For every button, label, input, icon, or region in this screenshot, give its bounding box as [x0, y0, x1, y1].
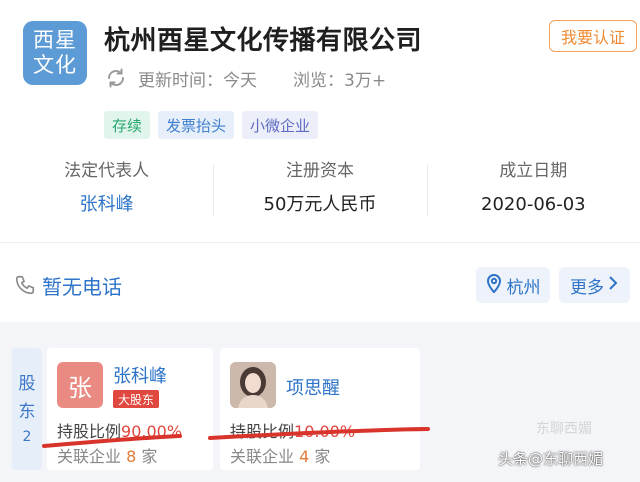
certify-button[interactable]: 我要认证 [549, 20, 637, 52]
shareholder-card[interactable]: 项思醒 持股比例10.00% 关联企业 4 家 [220, 348, 420, 470]
shareholders-tab-char2: 东 [18, 402, 36, 422]
company-name: 杭州酉星文化传播有限公司 [104, 26, 423, 56]
tag-enterprise-type: 小微企业 [242, 111, 319, 139]
founded-col: 成立日期 2020-06-03 [426, 156, 640, 226]
related-count: 8 [126, 447, 137, 466]
chevron-right-icon [607, 275, 619, 296]
shareholder-name[interactable]: 项思醒 [286, 374, 340, 400]
related-companies[interactable]: 关联企业 8 家 [57, 443, 157, 467]
status-tags: 存续 发票抬头 小微企业 [104, 111, 319, 139]
holding-ratio: 持股比例90.00% [57, 418, 182, 442]
holding-ratio-label: 持股比例 [57, 422, 122, 441]
refresh-icon[interactable] [104, 66, 128, 90]
shareholders-tab-char1: 股 [18, 374, 36, 394]
related-count: 4 [299, 447, 310, 466]
phone-icon [14, 274, 36, 296]
basic-info: 法定代表人 张科峰 注册资本 50万元人民币 成立日期 2020-06-03 [0, 156, 640, 226]
related-companies[interactable]: 关联企业 4 家 [230, 443, 330, 467]
legal-rep-col: 法定代表人 张科峰 [0, 156, 213, 226]
location-pin-icon [486, 273, 502, 298]
company-logo: 西星 文化 [23, 21, 87, 85]
shareholders-count: 2 [22, 429, 32, 445]
section-divider [0, 242, 640, 243]
watermark: 头条@东聊西媚 [498, 450, 604, 468]
avatar: 张 [57, 362, 103, 408]
legal-rep-value[interactable]: 张科峰 [0, 188, 213, 222]
phone-row[interactable]: 暂无电话 [14, 268, 122, 302]
tag-invoice[interactable]: 发票抬头 [158, 111, 235, 139]
related-label: 关联企业 [57, 447, 122, 466]
founded-label: 成立日期 [499, 161, 568, 181]
capital-label: 注册资本 [285, 161, 354, 181]
phone-text: 暂无电话 [42, 274, 122, 299]
holding-ratio: 持股比例10.00% [230, 418, 355, 442]
holding-ratio-value: 10.00% [294, 422, 356, 441]
related-label: 关联企业 [230, 447, 295, 466]
view-count: 浏览：3万+ [293, 70, 387, 91]
related-unit: 家 [141, 447, 158, 466]
capital-value: 50万元人民币 [263, 194, 377, 215]
city-button[interactable]: 杭州 [476, 267, 550, 303]
watermark-faint: 东聊西媚 [536, 421, 592, 437]
holding-ratio-label: 持股比例 [230, 422, 295, 441]
holding-ratio-value: 90.00% [121, 422, 183, 441]
meta-row: 更新时间：今天 浏览：3万+ [104, 64, 386, 92]
more-label: 更多 [570, 277, 604, 298]
related-unit: 家 [314, 447, 331, 466]
tag-status: 存续 [104, 111, 151, 139]
more-button[interactable]: 更多 [559, 267, 630, 303]
logo-text-line2: 文化 [33, 53, 77, 77]
major-shareholder-badge: 大股东 [113, 390, 160, 408]
capital-col: 注册资本 50万元人民币 [213, 156, 426, 226]
shareholder-name[interactable]: 张科峰 [113, 362, 167, 388]
legal-rep-label: 法定代表人 [64, 161, 150, 181]
avatar-photo [230, 362, 276, 408]
update-time: 更新时间：今天 [138, 70, 257, 91]
shareholder-card[interactable]: 张 张科峰 大股东 持股比例90.00% 关联企业 8 家 [47, 348, 213, 470]
shareholders-tab[interactable]: 股 东 2 [12, 348, 42, 470]
logo-text-line1: 西星 [33, 28, 77, 52]
founded-value: 2020-06-03 [481, 194, 586, 215]
city-label: 杭州 [506, 277, 541, 298]
